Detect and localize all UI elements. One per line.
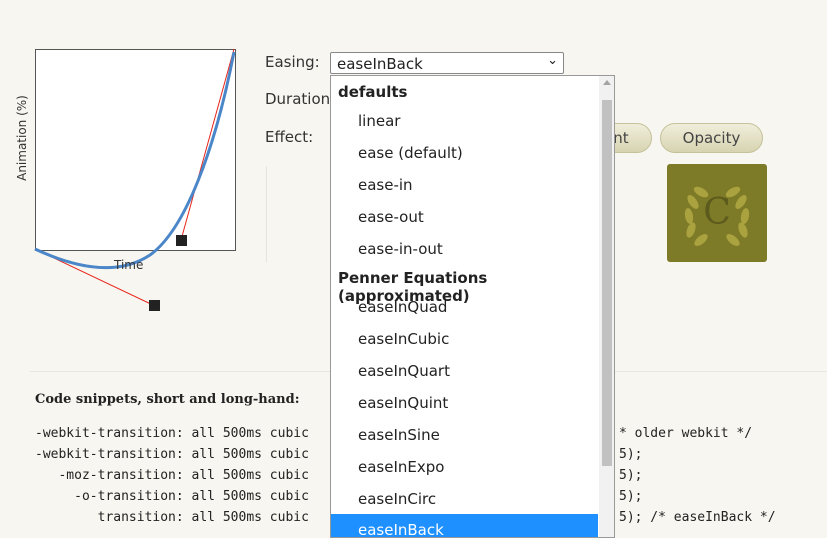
control-handle-end[interactable] <box>176 235 187 246</box>
code-snippets-title: Code snippets, short and long-hand: <box>35 392 300 407</box>
option-easeInCubic[interactable]: easeInCubic <box>331 323 598 355</box>
duration-label: Duration: <box>265 90 336 108</box>
scroll-up-arrow-icon[interactable] <box>603 80 611 85</box>
code-line-tail: 5); /* easeInBack */ <box>619 510 776 525</box>
code-line: transition: all 500ms cubic <box>35 510 309 525</box>
code-line-tail: 5); <box>619 447 643 462</box>
easing-graph <box>35 49 236 251</box>
option-ease-out[interactable]: ease-out <box>331 201 598 233</box>
y-axis-label: Animation (%) <box>15 95 29 181</box>
code-line-tail: 5); <box>619 468 643 483</box>
code-line-tail: 5); <box>619 489 643 504</box>
code-line: -moz-transition: all 500ms cubic <box>35 468 309 483</box>
opacity-button[interactable]: Opacity <box>660 123 763 153</box>
option-easeInQuint[interactable]: easeInQuint <box>331 387 598 419</box>
option-easeInQuad[interactable]: easeInQuad <box>331 291 598 323</box>
scrollbar-thumb[interactable] <box>602 100 612 466</box>
code-line-tail: * older webkit */ <box>619 426 753 441</box>
option-easeInCirc[interactable]: easeInCirc <box>331 483 598 515</box>
control-handle-start[interactable] <box>149 300 160 311</box>
option-ease-in[interactable]: ease-in <box>331 169 598 201</box>
effect-label: Effect: <box>265 128 314 146</box>
logo-letter: C <box>703 192 731 233</box>
dropdown-scrollbar[interactable] <box>599 76 614 537</box>
option-ease-in-out[interactable]: ease-in-out <box>331 233 598 265</box>
option-easeInSine[interactable]: easeInSine <box>331 419 598 451</box>
option-easeInBack[interactable]: easeInBack <box>331 514 598 537</box>
x-axis-label: Time <box>114 258 144 272</box>
option-easeInExpo[interactable]: easeInExpo <box>331 451 598 483</box>
code-line: -webkit-transition: all 500ms cubic <box>35 447 309 462</box>
easing-select[interactable]: easeInBack ⌄ <box>330 52 564 74</box>
code-line: -o-transition: all 500ms cubic <box>35 489 309 504</box>
easing-dropdown-list[interactable]: defaults linear ease (default) ease-in e… <box>330 75 615 538</box>
easing-label: Easing: <box>265 53 320 71</box>
option-linear[interactable]: linear <box>331 105 598 137</box>
option-ease[interactable]: ease (default) <box>331 137 598 169</box>
option-easeInQuart[interactable]: easeInQuart <box>331 355 598 387</box>
optgroup-defaults: defaults <box>338 83 408 101</box>
easing-select-value: easeInBack <box>337 55 423 73</box>
chevron-down-icon: ⌄ <box>547 53 558 68</box>
code-line: -webkit-transition: all 500ms cubic <box>35 426 309 441</box>
divider <box>266 166 267 262</box>
preview-logo: C <box>667 164 767 262</box>
